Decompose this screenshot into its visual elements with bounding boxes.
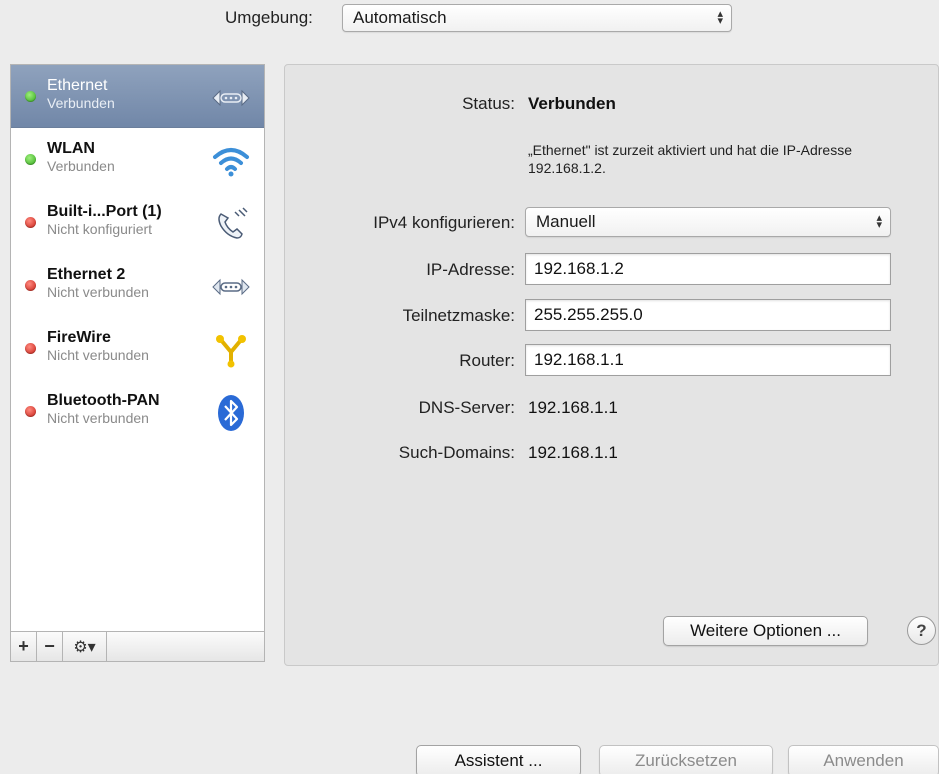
gear-icon[interactable]: ⚙▾ xyxy=(63,632,107,661)
detail-panel: Status: Verbunden „Ethernet" ist zurzeit… xyxy=(284,64,939,666)
service-list-toolbar: + − ⚙▾ xyxy=(11,631,264,661)
status-dot-red-icon xyxy=(25,217,36,228)
location-label: Umgebung: xyxy=(225,8,313,27)
router-field[interactable]: 192.168.1.1 xyxy=(525,344,891,376)
search-domains-label: Such-Domains: xyxy=(398,443,515,462)
ip-address-label: IP-Adresse: xyxy=(426,260,515,279)
service-list: Ethernet Verbunden WLAN Verbunden Built-… xyxy=(10,64,265,662)
more-options-button[interactable]: Weitere Optionen ... xyxy=(663,616,868,646)
status-description: „Ethernet" ist zurzeit aktiviert und hat… xyxy=(528,142,853,176)
service-item-bluetooth-pan[interactable]: Bluetooth-PAN Nicht verbunden xyxy=(11,380,264,443)
apply-button[interactable]: Anwenden xyxy=(788,745,939,774)
assistant-button[interactable]: Assistent ... xyxy=(416,745,581,774)
firewire-icon xyxy=(210,331,252,369)
revert-button[interactable]: Zurücksetzen xyxy=(599,745,773,774)
service-item-built-in-port[interactable]: Built-i...Port (1) Nicht konfiguriert xyxy=(11,191,264,254)
status-dot-red-icon xyxy=(25,343,36,354)
ethernet-icon xyxy=(210,79,252,117)
subnet-mask-label: Teilnetzmaske: xyxy=(402,306,515,325)
service-item-ethernet-2[interactable]: Ethernet 2 Nicht verbunden xyxy=(11,254,264,317)
help-icon[interactable]: ? xyxy=(907,616,936,645)
ipv4-configure-popup[interactable]: Manuell ▴ ▾ xyxy=(525,207,891,237)
status-label: Status: xyxy=(462,94,515,113)
bluetooth-icon xyxy=(210,394,252,432)
status-dot-red-icon xyxy=(25,280,36,291)
status-dot-green-icon xyxy=(25,154,36,165)
dns-server-value: 192.168.1.1 xyxy=(528,398,618,417)
remove-service-button[interactable]: − xyxy=(37,632,63,661)
service-item-ethernet[interactable]: Ethernet Verbunden xyxy=(11,65,264,128)
ipv4-value: Manuell xyxy=(536,212,596,231)
location-value: Automatisch xyxy=(353,8,447,27)
popup-arrows-icon: ▴ ▾ xyxy=(717,8,723,27)
ip-address-field[interactable]: 192.168.1.2 xyxy=(525,253,891,285)
service-item-wlan[interactable]: WLAN Verbunden xyxy=(11,128,264,191)
ethernet-icon xyxy=(210,268,252,306)
add-service-button[interactable]: + xyxy=(11,632,37,661)
location-popup[interactable]: Automatisch ▴ ▾ xyxy=(342,4,732,32)
phone-icon xyxy=(210,205,252,243)
popup-arrows-icon: ▴ ▾ xyxy=(876,212,882,231)
status-dot-red-icon xyxy=(25,406,36,417)
dns-server-label: DNS-Server: xyxy=(418,398,515,417)
subnet-mask-field[interactable]: 255.255.255.0 xyxy=(525,299,891,331)
status-dot-green-icon xyxy=(25,91,36,102)
router-label: Router: xyxy=(459,351,515,370)
service-item-firewire[interactable]: FireWire Nicht verbunden xyxy=(11,317,264,380)
wifi-icon xyxy=(210,142,252,180)
search-domains-value: 192.168.1.1 xyxy=(528,443,618,462)
ipv4-label: IPv4 konfigurieren: xyxy=(373,213,515,232)
status-value: Verbunden xyxy=(528,94,616,113)
